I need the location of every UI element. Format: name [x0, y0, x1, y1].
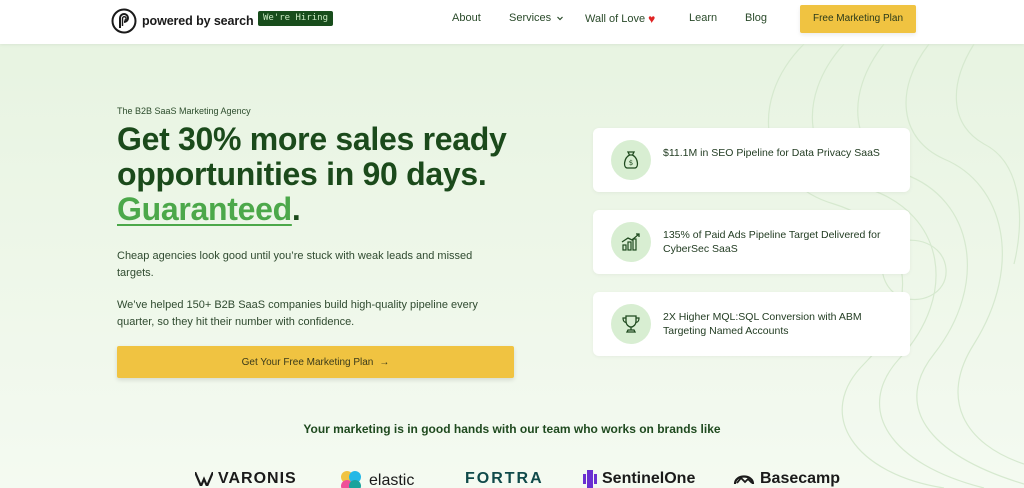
nav-wall-of-love[interactable]: Wall of Love ♥ [585, 12, 655, 26]
nav-about-label: About [452, 12, 481, 24]
nav-services-label: Services [509, 12, 552, 24]
brand-name-sentinelone: SentinelOne [602, 470, 696, 487]
brand-name-fortra: FORTRA [465, 470, 544, 487]
elastic-mark-icon [341, 471, 361, 488]
brand-name-varonis: VARONIS [218, 470, 297, 487]
brand-name-elastic: elastic [369, 472, 415, 488]
logo-link[interactable]: powered by search [111, 8, 254, 34]
logo-text: powered by search [142, 14, 254, 28]
hiring-badge[interactable]: We're Hiring [258, 11, 334, 26]
brand-logo-elastic: elastic [338, 470, 414, 488]
nav-services[interactable]: Services [509, 12, 564, 24]
money-bag-icon: $ [611, 140, 651, 180]
nav-learn-label: Learn [689, 12, 718, 24]
brand-logo-sentinelone: SentinelOne [583, 470, 695, 488]
stat-card-abm: 2X Higher MQL:SQL Conversion with ABM Ta… [593, 292, 910, 356]
free-marketing-plan-button[interactable]: Free Marketing Plan [800, 5, 916, 33]
hero-headline-main: Get 30% more sales ready opportunities i… [117, 121, 507, 192]
site-header: powered by search We're Hiring About Ser… [0, 0, 1024, 44]
brand-name-basecamp: Basecamp [760, 470, 841, 487]
svg-text:$: $ [629, 159, 633, 167]
logo-icon [111, 8, 137, 34]
trust-heading: Your marketing is in good hands with our… [303, 422, 721, 436]
stat-card-seo: $ $11.1M in SEO Pipeline for Data Privac… [593, 128, 910, 192]
chevron-down-icon [557, 16, 564, 21]
sentinelone-mark-icon [583, 470, 597, 488]
brand-logo-varonis: VARONIS [195, 470, 297, 488]
nav-learn[interactable]: Learn [689, 12, 717, 24]
cta-label: Get Your Free Marketing Plan [241, 356, 374, 368]
arrow-right-icon: → [379, 356, 390, 368]
stat-text-paid-ads: 135% of Paid Ads Pipeline Target Deliver… [663, 229, 881, 255]
get-free-marketing-plan-button[interactable]: Get Your Free Marketing Plan → [117, 346, 514, 378]
hero-paragraph-1: Cheap agencies look good until you’re st… [117, 250, 473, 279]
stat-text-abm: 2X Higher MQL:SQL Conversion with ABM Ta… [663, 311, 862, 337]
trophy-icon [611, 304, 651, 344]
heart-icon: ♥ [648, 12, 656, 26]
hero-eyebrow: The B2B SaaS Marketing Agency [117, 106, 251, 116]
hero-headline: Get 30% more sales ready opportunities i… [117, 122, 537, 227]
nav-blog[interactable]: Blog [745, 12, 767, 24]
nav-about[interactable]: About [452, 12, 481, 24]
basecamp-mark-icon [733, 475, 755, 485]
hero-headline-highlight: Guaranteed [117, 191, 292, 227]
nav-wall-of-love-label: Wall of Love [585, 13, 646, 25]
nav-blog-label: Blog [745, 12, 768, 24]
hero-headline-end: . [291, 191, 301, 227]
growth-chart-icon [611, 222, 651, 262]
stat-card-paid-ads: 135% of Paid Ads Pipeline Target Deliver… [593, 210, 910, 274]
varonis-mark-icon [195, 472, 213, 486]
brand-logo-basecamp: Basecamp [733, 470, 840, 488]
stat-text-seo: $11.1M in SEO Pipeline for Data Privacy … [663, 147, 880, 159]
brand-logo-fortra: FORTRA [465, 470, 544, 488]
hero-paragraph-2: We’ve helped 150+ B2B SaaS companies bui… [117, 299, 478, 328]
